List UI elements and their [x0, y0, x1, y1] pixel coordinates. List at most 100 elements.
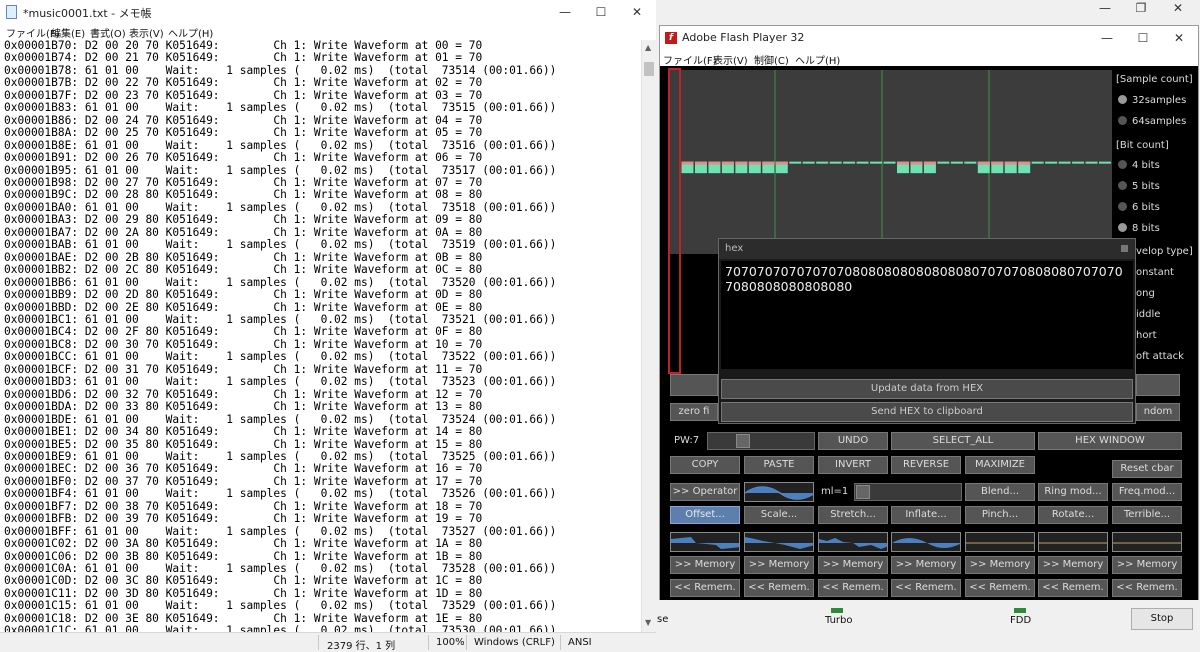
waveform-sample-bar[interactable] [829, 161, 842, 164]
random-button[interactable]: ndom [1136, 403, 1180, 421]
reset-cbar-button[interactable]: Reset cbar [1112, 460, 1182, 478]
menu-format[interactable]: 書式(O) [90, 25, 126, 40]
blend-button[interactable]: Blend... [965, 483, 1035, 501]
ml-slider[interactable] [854, 483, 962, 501]
menu-help[interactable]: ヘルプ(H) [168, 25, 213, 40]
reverse-button[interactable]: REVERSE [891, 456, 961, 474]
pulse-width-marker[interactable] [668, 68, 681, 374]
bg-close-icon[interactable]: ✕ [1161, 0, 1195, 20]
waveform-sample-bar[interactable] [802, 161, 815, 164]
hidden-button-left[interactable] [670, 374, 718, 396]
envelope-long[interactable]: ong [1136, 288, 1155, 302]
memory-button-4[interactable]: >> Memory [891, 556, 961, 574]
send-hex-clipboard-button[interactable]: Send HEX to clipboard [721, 402, 1133, 422]
waveform-sample-bar[interactable] [1072, 161, 1085, 164]
maximize-button[interactable]: MAXIMIZE [965, 456, 1035, 474]
flash-menu-view[interactable]: 表示(V) [713, 52, 748, 67]
ml-slider-thumb[interactable] [856, 485, 870, 499]
waveform-sample-bar[interactable] [856, 161, 869, 164]
waveform-sample-bar[interactable] [816, 161, 829, 164]
hidden-button-right[interactable] [1136, 374, 1180, 396]
waveform-canvas[interactable] [668, 70, 1112, 254]
pw-slider[interactable] [707, 432, 815, 450]
pw-slider-thumb[interactable] [736, 434, 750, 448]
memory-slot-5-preview[interactable] [965, 532, 1035, 552]
terrible-button[interactable]: Terrible... [1112, 506, 1182, 524]
memory-slot-3-preview[interactable] [818, 532, 888, 552]
flash-close-icon[interactable]: ✕ [1162, 26, 1196, 50]
paste-button[interactable]: PASTE [744, 456, 814, 474]
copy-button[interactable]: COPY [670, 456, 740, 474]
menu-edit[interactable]: 編集(E) [51, 25, 85, 40]
select-all-button[interactable]: SELECT_ALL [891, 432, 1035, 450]
waveform-sample-bar[interactable] [870, 161, 883, 164]
memory-button-5[interactable]: >> Memory [965, 556, 1035, 574]
ring-mod-button[interactable]: Ring mod... [1038, 483, 1108, 501]
hex-window-button[interactable]: HEX WINDOW [1038, 432, 1182, 450]
scroll-down-icon[interactable]: ▼ [645, 618, 651, 627]
remember-button-1[interactable]: << Remem. [670, 579, 740, 597]
notepad-close-icon[interactable]: ✕ [620, 0, 654, 24]
option-5bits[interactable]: 5 bits [1116, 181, 1160, 195]
waveform-sample-bar[interactable] [1031, 161, 1044, 164]
option-8bits[interactable]: 8 bits [1116, 223, 1160, 237]
option-6bits[interactable]: 6 bits [1116, 202, 1160, 216]
hex-dialog-titlebar[interactable]: hex [719, 239, 1135, 259]
envelope-middle[interactable]: iddle [1136, 309, 1160, 323]
memory-button-3[interactable]: >> Memory [818, 556, 888, 574]
scale-button[interactable]: Scale... [744, 506, 814, 524]
waveform-sample-bar[interactable] [1045, 161, 1058, 164]
flash-maximize-icon[interactable]: ☐ [1126, 26, 1160, 50]
remember-button-2[interactable]: << Remem. [744, 579, 814, 597]
remember-button-3[interactable]: << Remem. [818, 579, 888, 597]
memory-button-7[interactable]: >> Memory [1112, 556, 1182, 574]
waveform-sample-bar[interactable] [1058, 161, 1071, 164]
memory-slot-1-preview[interactable] [670, 532, 740, 552]
envelope-soft-attack[interactable]: oft attack [1136, 351, 1184, 365]
waveform-editor[interactable] [668, 70, 1112, 254]
memory-button-1[interactable]: >> Memory [670, 556, 740, 574]
operator-button[interactable]: >> Operator [670, 483, 740, 501]
bg-minimize-icon[interactable]: — [1088, 0, 1122, 20]
remember-button-7[interactable]: << Remem. [1112, 579, 1182, 597]
notepad-vertical-scrollbar[interactable]: ▲ ▼ [641, 40, 656, 632]
waveform-sample-bar[interactable] [1099, 161, 1111, 164]
invert-button[interactable]: INVERT [818, 456, 888, 474]
envelope-short[interactable]: hort [1136, 330, 1157, 344]
flash-minimize-icon[interactable]: — [1090, 26, 1124, 50]
memory-button-6[interactable]: >> Memory [1038, 556, 1108, 574]
waveform-sample-bar[interactable] [1085, 161, 1098, 164]
menu-view[interactable]: 表示(V) [129, 25, 164, 40]
option-4bits[interactable]: 4 bits [1116, 160, 1160, 174]
flash-menu-help[interactable]: ヘルプ(H) [795, 52, 840, 67]
option-32samples[interactable]: 32samples [1116, 95, 1186, 109]
option-64samples[interactable]: 64samples [1116, 116, 1186, 130]
inflate-button[interactable]: Inflate... [891, 506, 961, 524]
memory-slot-7-preview[interactable] [1112, 532, 1182, 552]
waveform-sample-bar[interactable] [964, 161, 977, 164]
remember-button-4[interactable]: << Remem. [891, 579, 961, 597]
memory-slot-6-preview[interactable] [1038, 532, 1108, 552]
bg-maximize-icon[interactable]: ❐ [1124, 0, 1158, 20]
waveform-sample-bar[interactable] [937, 161, 950, 164]
scroll-up-icon[interactable]: ▲ [645, 43, 651, 52]
stop-button[interactable]: Stop [1131, 608, 1193, 630]
freq-mod-button[interactable]: Freq.mod... [1112, 483, 1182, 501]
memory-button-2[interactable]: >> Memory [744, 556, 814, 574]
scroll-thumb[interactable] [644, 62, 654, 76]
notepad-text-area[interactable]: 0x00001B70: D2 00 20 70 K051649: Ch 1: W… [0, 40, 641, 632]
remember-button-5[interactable]: << Remem. [965, 579, 1035, 597]
pinch-button[interactable]: Pinch... [965, 506, 1035, 524]
rotate-button[interactable]: Rotate... [1038, 506, 1108, 524]
hex-textarea[interactable]: 7070707070707070808080808080808070707080… [721, 261, 1133, 369]
memory-slot-4-preview[interactable] [891, 532, 961, 552]
stretch-button[interactable]: Stretch... [818, 506, 888, 524]
waveform-sample-bar[interactable] [883, 161, 896, 164]
offset-button[interactable]: Offset... [670, 506, 740, 524]
flash-menu-control[interactable]: 制御(C) [754, 52, 789, 67]
hex-close-icon[interactable] [1121, 245, 1128, 252]
waveform-sample-bar[interactable] [843, 161, 856, 164]
undo-button[interactable]: UNDO [818, 432, 888, 450]
envelope-constant[interactable]: onstant [1136, 267, 1174, 281]
remember-button-6[interactable]: << Remem. [1038, 579, 1108, 597]
